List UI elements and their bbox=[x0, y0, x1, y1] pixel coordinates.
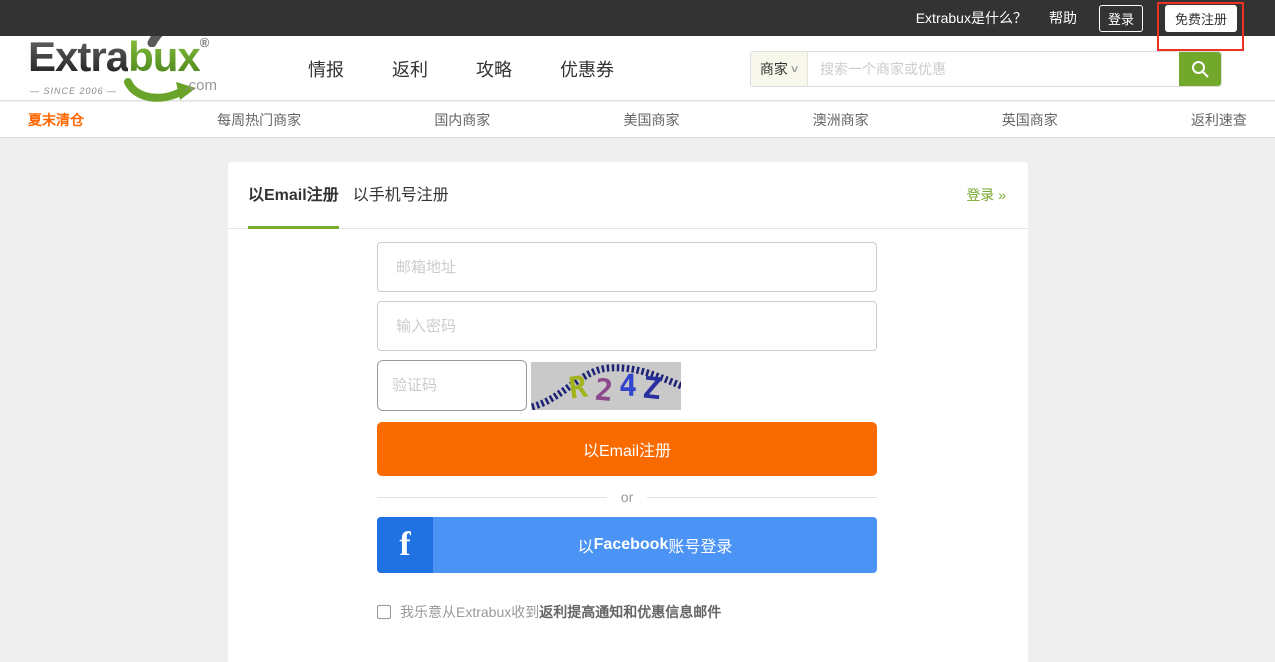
subnav-item-weekly-hot[interactable]: 每周热门商家 bbox=[217, 110, 301, 130]
search-button[interactable] bbox=[1179, 52, 1221, 86]
password-field[interactable] bbox=[377, 301, 877, 351]
login-button[interactable]: 登录 bbox=[1099, 5, 1143, 32]
email-field[interactable] bbox=[377, 242, 877, 292]
consent-label: 我乐意从Extrabux收到返利提高通知和优惠信息邮件 bbox=[400, 602, 721, 622]
chevron-down-icon: ∨ bbox=[789, 64, 799, 75]
consent-row: 我乐意从Extrabux收到返利提高通知和优惠信息邮件 bbox=[377, 602, 877, 622]
subnav-item-clearance[interactable]: 夏末清仓 bbox=[28, 110, 84, 130]
nav-item-qingbao[interactable]: 情报 bbox=[308, 56, 344, 82]
captcha-image[interactable]: R 2 4 Z bbox=[531, 362, 681, 410]
captcha-field[interactable] bbox=[377, 360, 527, 411]
facebook-login-button[interactable]: f 以Facebook账号登录 bbox=[377, 517, 877, 573]
registered-mark: ® bbox=[200, 35, 209, 50]
svg-text:Z: Z bbox=[641, 370, 663, 407]
register-tabs: 以Email注册 以手机号注册 登录 » bbox=[228, 162, 1028, 229]
subnav-item-us[interactable]: 美国商家 bbox=[623, 110, 679, 130]
topbar: Extrabux是什么？ 帮助 登录 免费注册 bbox=[0, 0, 1275, 36]
logo-dotcom: .com bbox=[184, 77, 217, 94]
logo-since: — SINCE 2006 — bbox=[30, 86, 117, 96]
tab-phone-register[interactable]: 以手机号注册 bbox=[353, 162, 449, 229]
tab-email-register[interactable]: 以Email注册 bbox=[248, 162, 339, 229]
svg-text:2: 2 bbox=[593, 373, 614, 409]
nav-item-fanli[interactable]: 返利 bbox=[392, 56, 428, 82]
or-label: or bbox=[607, 489, 647, 505]
magnifier-icon bbox=[1190, 59, 1210, 79]
captcha-row: R 2 4 Z bbox=[377, 360, 877, 411]
what-is-extrabux-link[interactable]: Extrabux是什么？ bbox=[916, 8, 1027, 28]
subnav: 夏末清仓 每周热门商家 国内商家 美国商家 澳洲商家 英国商家 返利速查 bbox=[0, 102, 1275, 138]
subnav-item-rebate-check[interactable]: 返利速查 bbox=[1191, 110, 1247, 130]
register-button[interactable]: 免费注册 bbox=[1165, 5, 1237, 32]
help-link[interactable]: 帮助 bbox=[1049, 8, 1077, 28]
subnav-item-au[interactable]: 澳洲商家 bbox=[813, 110, 869, 130]
main-nav: 情报 返利 攻略 优惠券 bbox=[308, 36, 614, 101]
or-divider: or bbox=[377, 489, 877, 505]
search-category-dropdown[interactable]: 商家 ∨ bbox=[751, 52, 808, 86]
search-bar: 商家 ∨ bbox=[750, 51, 1222, 87]
header: Extrabux® .com — SINCE 2006 — 情报 返利 攻略 优… bbox=[0, 36, 1275, 101]
subnav-item-uk[interactable]: 英国商家 bbox=[1002, 110, 1058, 130]
facebook-icon: f bbox=[377, 517, 433, 573]
consent-checkbox[interactable] bbox=[377, 605, 391, 619]
nav-item-youhuiquan[interactable]: 优惠券 bbox=[560, 56, 614, 82]
nav-item-gonglue[interactable]: 攻略 bbox=[476, 56, 512, 82]
subnav-item-domestic[interactable]: 国内商家 bbox=[434, 110, 490, 130]
register-form: R 2 4 Z 以Email注册 or f 以Facebook账号登录 我乐意从… bbox=[377, 229, 877, 622]
login-link[interactable]: 登录 » bbox=[966, 185, 1006, 205]
svg-text:4: 4 bbox=[619, 369, 637, 404]
search-input[interactable] bbox=[808, 52, 1179, 86]
facebook-login-label: 以Facebook账号登录 bbox=[433, 517, 877, 573]
email-register-submit-button[interactable]: 以Email注册 bbox=[377, 422, 877, 476]
register-card: 以Email注册 以手机号注册 登录 » R 2 4 Z 以Email注册 or… bbox=[228, 162, 1028, 662]
